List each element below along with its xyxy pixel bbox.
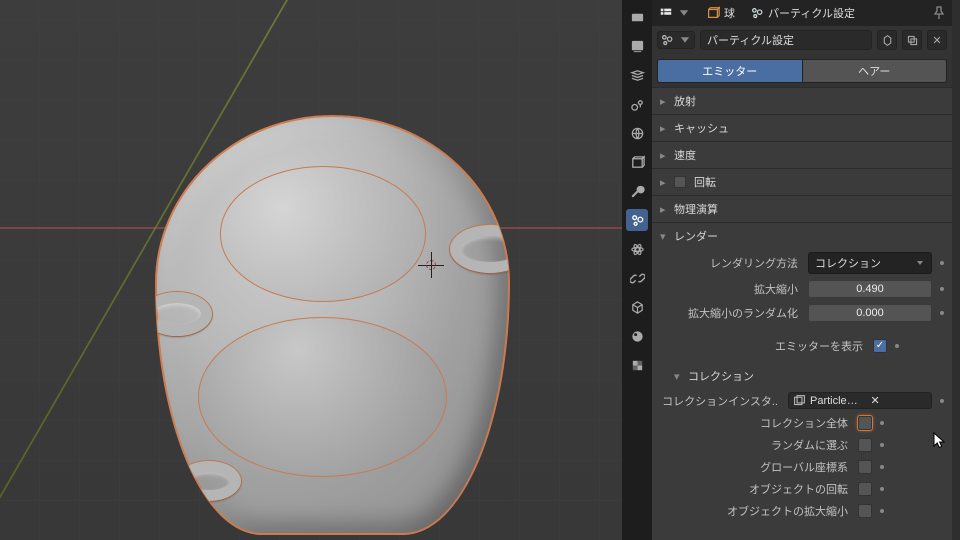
scale-field[interactable]: 0.490 [808,280,932,298]
tab-world[interactable] [626,122,648,144]
object-scale-checkbox[interactable] [858,504,872,518]
section-rotation[interactable]: ▸回転 [652,169,952,195]
properties-editor: 球 パーティクル設定 ✕ エミッター [622,0,960,540]
tab-emitter[interactable]: エミッター [657,59,803,83]
pin-icon[interactable] [931,5,947,21]
global-coords-label: グローバル座標系 [652,459,852,475]
scrollbar[interactable] [952,0,960,540]
datablock-row: ✕ [652,26,952,54]
breadcrumb-object[interactable]: 球 [704,3,741,23]
anim-dot[interactable] [880,443,884,447]
datablock-name-input[interactable] [700,30,872,50]
tab-output[interactable] [626,35,648,57]
anim-dot[interactable] [940,399,944,403]
datablock-browse[interactable] [657,31,695,49]
anim-dot[interactable] [940,311,944,315]
render-as-label: レンダリング方法 [652,255,802,271]
object-scale-label: オブジェクトの拡大縮小 [652,503,852,519]
tab-view-layer[interactable] [626,64,648,86]
scale-label: 拡大縮小 [652,281,802,297]
object-rotation-checkbox[interactable] [858,482,872,496]
anim-dot[interactable] [895,344,899,348]
anim-dot[interactable] [880,465,884,469]
tab-render-settings[interactable] [626,6,648,28]
duplicate-button[interactable] [902,30,922,50]
instance-collection-label: コレクションインスタ.. [652,393,782,409]
tab-scene[interactable] [626,93,648,115]
show-emitter-label: エミッターを表示 [652,338,867,354]
section-cache[interactable]: ▸キャッシュ [652,115,952,141]
properties-vertical-tabs [622,0,652,540]
section-physics[interactable]: ▸物理演算 [652,196,952,222]
global-coords-checkbox[interactable] [858,460,872,474]
anim-dot[interactable] [940,287,944,291]
rotation-enable-checkbox[interactable] [674,176,686,188]
whole-collection-checkbox[interactable] [858,416,872,430]
pick-random-checkbox[interactable] [858,438,872,452]
tab-texture[interactable] [626,354,648,376]
tab-mesh-data[interactable] [626,296,648,318]
show-emitter-checkbox[interactable] [873,339,887,353]
scale-rand-field[interactable]: 0.000 [808,304,932,322]
tab-object[interactable] [626,151,648,173]
object-rotation-label: オブジェクトの回転 [652,481,852,497]
tab-hair[interactable]: ヘアー [803,59,948,83]
tab-modifiers[interactable] [626,180,648,202]
tab-material[interactable] [626,325,648,347]
context-selector[interactable] [657,4,697,22]
unlink-button[interactable]: ✕ [927,30,947,50]
anim-dot[interactable] [880,487,884,491]
section-emission[interactable]: ▸放射 [652,88,952,114]
instance-collection-field[interactable]: ParticleObjects ✕ [788,392,932,409]
tab-particles[interactable] [626,209,648,231]
breadcrumb-particles-label: パーティクル設定 [768,5,855,21]
breadcrumb-particles[interactable]: パーティクル設定 [748,3,861,23]
render-as-select[interactable]: コレクション [808,252,932,274]
scale-rand-label: 拡大縮小のランダム化 [652,305,802,321]
fake-user-toggle[interactable] [877,30,897,50]
breadcrumb-object-label: 球 [724,5,735,21]
particle-type-tabs: エミッター ヘアー [652,54,952,87]
section-render[interactable]: ▾レンダー [652,223,952,249]
tab-constraints[interactable] [626,267,648,289]
section-velocity[interactable]: ▸速度 [652,142,952,168]
anim-dot[interactable] [940,261,944,265]
breadcrumb: 球 パーティクル設定 [652,0,952,26]
pick-random-label: ランダムに選ぶ [652,437,852,453]
anim-dot[interactable] [880,509,884,513]
particle-mesh-preview [155,115,510,535]
viewport-3d[interactable] [0,0,622,540]
anim-dot[interactable] [880,421,884,425]
whole-collection-label: コレクション全体 [652,415,852,431]
tab-physics[interactable] [626,238,648,260]
subsection-collection[interactable]: ▾コレクション [652,363,952,389]
clear-collection-button[interactable]: ✕ [869,394,928,407]
